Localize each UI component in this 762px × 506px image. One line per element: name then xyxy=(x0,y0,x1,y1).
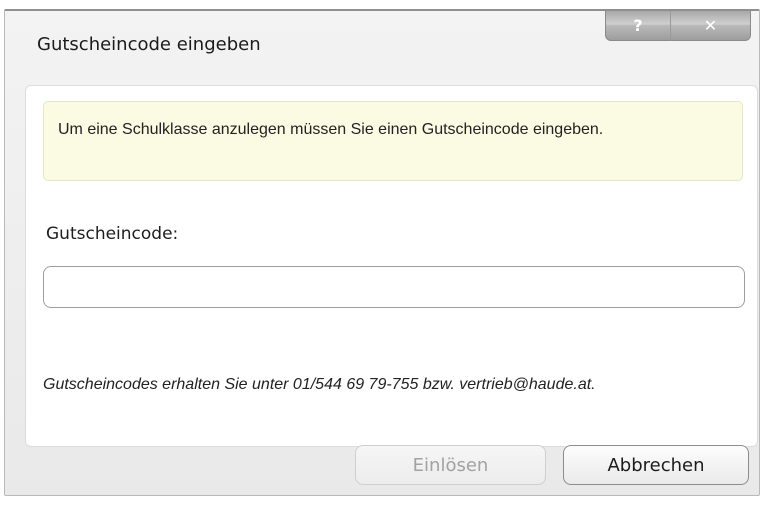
dialog-title: Gutscheincode eingeben xyxy=(37,34,261,55)
help-icon: ? xyxy=(633,16,643,35)
dialog-titlebar: Gutscheincode eingeben ? ✕ xyxy=(5,11,759,81)
window-controls: ? ✕ xyxy=(605,11,751,41)
info-notice: Um eine Schulklasse anzulegen müssen Sie… xyxy=(43,101,743,181)
voucher-code-input[interactable] xyxy=(43,266,745,308)
cancel-button[interactable]: Abbrechen xyxy=(563,445,749,485)
contact-hint: Gutscheincodes erhalten Sie unter 01/544… xyxy=(43,376,596,393)
voucher-code-label: Gutscheincode: xyxy=(46,224,179,244)
help-button[interactable]: ? xyxy=(605,11,671,41)
close-icon: ✕ xyxy=(703,16,718,35)
voucher-dialog: Gutscheincode eingeben ? ✕ Um eine Schul… xyxy=(4,9,760,496)
dialog-content: Um eine Schulklasse anzulegen müssen Sie… xyxy=(25,85,758,447)
close-button[interactable]: ✕ xyxy=(671,11,751,41)
redeem-button[interactable]: Einlösen xyxy=(355,445,546,485)
